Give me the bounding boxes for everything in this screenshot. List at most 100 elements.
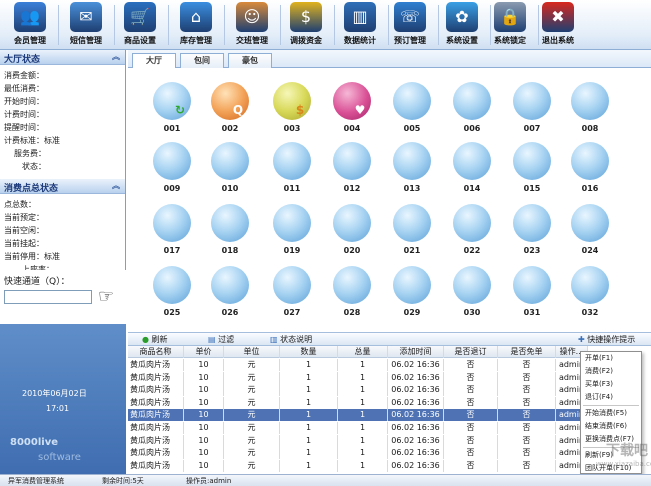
room-028[interactable]: 028 [330,266,374,320]
room-026[interactable]: 026 [208,266,252,320]
room-012[interactable]: 012 [330,142,374,196]
table-cell: 10 [184,396,224,409]
toolbar-button-5[interactable]: $ 调拨资金 [280,2,332,48]
table-row[interactable]: 黄瓜肉片汤 10 元 1 1 06.02 16:36 否否 admin [128,447,588,460]
room-status-icon [453,82,491,120]
room-031[interactable]: 031 [510,266,554,320]
shortcut-hint-button[interactable]: ✚ 快捷操作提示 [578,334,635,346]
filter-label: 过滤 [218,335,235,344]
table-row[interactable]: 黄瓜肉片汤 10 元 1 1 06.02 16:36 否否 admin [128,396,588,409]
consume-status-header[interactable]: 消费点总状态 ︽ [0,179,125,194]
room-003[interactable]: $003 [270,82,314,136]
room-status-icon [153,204,191,242]
coins-icon: $ [290,2,322,32]
room-008[interactable]: 008 [568,82,612,136]
legend-button[interactable]: ▥ 状态说明 [270,334,312,346]
table-row[interactable]: 黄瓜肉片汤 10 元 1 1 06.02 16:36 否否 admin [128,459,588,472]
toolbar-button-1[interactable]: ✉ 短信管理 [60,2,112,48]
context-menu-item[interactable]: 开单(F1) [581,352,641,365]
room-number: 019 [283,246,301,255]
toolbar-button-7[interactable]: ☏ 预订管理 [384,2,436,48]
room-024[interactable]: 024 [568,204,612,258]
tab-private-room[interactable]: 包间 [180,53,224,68]
room-number: 017 [163,246,181,255]
room-002[interactable]: Q 002 [208,82,252,136]
room-001[interactable]: ↻ 001 [150,82,194,136]
table-cell: 否 [498,409,556,422]
pointing-hand-icon[interactable]: ☞ [98,286,114,307]
room-011[interactable]: 011 [270,142,314,196]
room-023[interactable]: 023 [510,204,554,258]
room-030[interactable]: 030 [450,266,494,320]
table-cell: 06.02 16:36 [388,359,444,371]
room-017[interactable]: 017 [150,204,194,258]
context-menu-item[interactable]: 买单(F3) [581,378,641,391]
table-row[interactable]: 黄瓜肉片汤 10 元 1 1 06.02 16:36 否否 admin [128,359,588,371]
toolbar-button-6[interactable]: ▥ 数据统计 [334,2,386,48]
context-menu-item[interactable]: 结束消费(F6) [581,420,641,433]
operator-name: 操作员:admin [186,477,232,485]
room-014[interactable]: 014 [450,142,494,196]
room-status-icon [571,142,609,180]
room-032[interactable]: 032 [568,266,612,320]
consume-status-title: 消费点总状态 [4,184,59,194]
tab-luxury-room[interactable]: 豪包 [228,53,272,68]
context-menu-item[interactable]: 消费(F2) [581,365,641,378]
status-row: 当前预定： [4,213,44,222]
table-cell: 否 [498,434,556,447]
room-005[interactable]: 005 [390,82,434,136]
system-name: 异军消费管理系统 [8,477,64,485]
room-status-icon [333,142,371,180]
toolbar-button-4[interactable]: ☺ 交班管理 [226,2,278,48]
room-020[interactable]: 020 [330,204,374,258]
consume-status-list: 点总数：当前预定：当前空闲：当前挂起：当前停用：标准上座率： [0,194,125,276]
table-cell: 元 [224,422,280,434]
hall-status-header[interactable]: 大厅状态 ︽ [0,50,125,65]
toolbar-button-2[interactable]: 🛒 商品设置 [114,2,166,48]
room-015[interactable]: 015 [510,142,554,196]
room-021[interactable]: 021 [390,204,434,258]
toolbar-button-label: 预订管理 [394,36,426,45]
room-number: 027 [283,308,301,317]
room-009[interactable]: 009 [150,142,194,196]
filter-button[interactable]: ▤ 过滤 [208,334,234,346]
room-029[interactable]: 029 [390,266,434,320]
table-cell: 10 [184,447,224,460]
toolbar-button-3[interactable]: ⌂ 库存管理 [170,2,222,48]
table-row[interactable]: 黄瓜肉片汤 10 元 1 1 06.02 16:36 否否 admin [128,384,588,397]
room-016[interactable]: 016 [568,142,612,196]
table-row[interactable]: 黄瓜肉片汤 10 元 1 1 06.02 16:36 否否 admin [128,434,588,447]
room-010[interactable]: 010 [208,142,252,196]
table-row[interactable]: 黄瓜肉片汤 10 元 1 1 06.02 16:36 否否 admin [128,422,588,434]
table-row[interactable]: 黄瓜肉片汤 10 元 1 1 06.02 16:36 否否 admin [128,409,588,422]
room-022[interactable]: 022 [450,204,494,258]
collapse-chevron-icon[interactable]: ︽ [112,51,120,62]
room-025[interactable]: 025 [150,266,194,320]
table-cell: 否 [498,384,556,397]
status-row: 当前空闲： [4,226,44,235]
toolbar-button-10[interactable]: ✖ 退出系统 [532,2,584,48]
room-018[interactable]: 018 [208,204,252,258]
table-cell: 10 [184,459,224,472]
refresh-button[interactable]: ● 刷新 [142,334,168,346]
tab-hall[interactable]: 大厅 [132,53,176,69]
toolbar-button-0[interactable]: 👥 会员管理 [4,2,56,48]
room-027[interactable]: 027 [270,266,314,320]
room-004[interactable]: ♥ 004 [330,82,374,136]
collapse-chevron-icon[interactable]: ︽ [112,180,120,191]
toolbar-button-8[interactable]: ✿ 系统设置 [436,2,488,48]
hall-status-list: 消费金额： 最低消费： 开始时间： 计费时间： 提醒时间： 计费标准：标准 服务费： 状态： [0,65,125,173]
room-number: 003 [283,124,301,133]
toolbar-separator [224,5,225,45]
toolbar-button-9[interactable]: 🔒 系统锁定 [484,2,536,48]
room-019[interactable]: 019 [270,204,314,258]
room-status-icon [393,266,431,304]
room-013[interactable]: 013 [390,142,434,196]
room-006[interactable]: 006 [450,82,494,136]
table-row[interactable]: 黄瓜肉片汤 10 元 1 1 06.02 16:36 否否 admin [128,371,588,384]
status-bar: 异军消费管理系统 剩余时间:5天 操作员:admin [0,474,651,486]
context-menu-item[interactable]: 退订(F4) [581,391,641,404]
room-007[interactable]: 007 [510,82,554,136]
quick-channel-input[interactable] [4,290,92,304]
context-menu-item[interactable]: 开始消费(F5) [581,407,641,420]
